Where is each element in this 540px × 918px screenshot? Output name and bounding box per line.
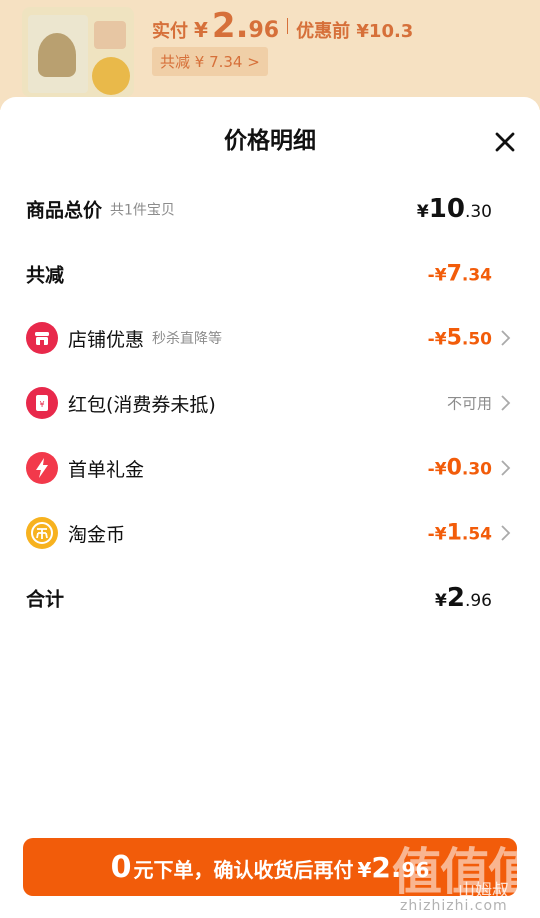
goods-total-label: 商品总价: [26, 199, 103, 222]
coin-icon: [26, 517, 58, 549]
product-thumbnail: [22, 7, 134, 97]
reduction-value: -¥ 7 .34: [428, 262, 492, 287]
store-discount-value: -¥ 5 .50: [428, 326, 492, 351]
tao-coin-label: 淘金币: [68, 523, 126, 546]
lightning-icon: [26, 452, 58, 484]
sum-value: ¥ 2 .96: [435, 583, 492, 613]
goods-count-note: 共1件宝贝: [110, 202, 175, 218]
product-chip-image: [92, 57, 130, 95]
value-decimal: .54: [461, 524, 492, 545]
currency-symbol: ¥: [435, 591, 447, 611]
chevron-right-icon[interactable]: [500, 329, 512, 347]
cta-currency: ¥: [357, 858, 372, 882]
store-icon: [26, 322, 58, 354]
row-goods-total: 商品总价 共1件宝贝 ¥ 10 .30: [0, 189, 540, 229]
value-decimal: .50: [461, 329, 492, 350]
value-decimal: .30: [461, 459, 492, 480]
background-price-row: 实付 ¥ 2. 96 优惠前 ¥10.3: [152, 6, 413, 46]
currency-symbol: -¥: [427, 265, 447, 286]
first-order-label: 首单礼金: [68, 458, 145, 481]
unavailable-text: 不可用: [446, 394, 492, 413]
close-icon: [495, 132, 515, 152]
currency-symbol: ¥: [416, 202, 429, 222]
paid-currency: ¥: [194, 18, 208, 42]
cta-text: 元下单，确认收货后再付: [133, 858, 354, 882]
value-decimal: .34: [461, 265, 492, 286]
row-store-discount[interactable]: 店铺优惠 秒杀直降等 -¥ 5 .50: [0, 318, 540, 358]
value-decimal: .96: [464, 591, 492, 611]
product-sticker-image: [94, 21, 126, 49]
background-product-strip: 实付 ¥ 2. 96 优惠前 ¥10.3 共减 ¥ 7.34 >: [0, 0, 540, 110]
value-integer: 7: [446, 261, 462, 287]
price-detail-sheet: 价格明细 商品总价 共1件宝贝 ¥ 10 .30 共减 -¥ 7 .34 店铺优…: [0, 97, 540, 918]
store-discount-note: 秒杀直降等: [152, 331, 223, 347]
cta-zero: 0: [110, 850, 132, 885]
currency-symbol: -¥: [427, 524, 447, 545]
paid-decimal: 96: [248, 18, 280, 43]
red-packet-value: 不可用: [447, 393, 492, 414]
value-decimal: .30: [464, 202, 492, 222]
value-integer: 5: [446, 325, 462, 351]
first-order-value: -¥ 0 .30: [428, 456, 492, 481]
row-red-packet[interactable]: ¥ 红包(消费券未抵) 不可用: [0, 383, 540, 423]
original-price: 优惠前 ¥10.3: [296, 21, 414, 42]
row-sum: 合计 ¥ 2 .96: [0, 578, 540, 618]
cta-integer: 2.: [371, 851, 402, 884]
price-divider: [287, 18, 289, 34]
sum-label: 合计: [26, 588, 65, 611]
chevron-right-icon[interactable]: [500, 394, 512, 412]
value-integer: 2: [446, 583, 465, 613]
row-first-order-gift[interactable]: 首单礼金 -¥ 0 .30: [0, 448, 540, 488]
red-packet-label: 红包(消费券未抵): [68, 393, 216, 416]
product-mascot-image: [38, 33, 76, 77]
goods-total-value: ¥ 10 .30: [417, 194, 492, 224]
currency-symbol: -¥: [427, 329, 447, 350]
close-button[interactable]: [490, 127, 520, 157]
svg-text:¥: ¥: [39, 400, 44, 409]
paid-label: 实付: [152, 21, 188, 42]
red-packet-icon: ¥: [26, 387, 58, 419]
row-tao-coin[interactable]: 淘金币 -¥ 1 .54: [0, 513, 540, 553]
order-now-button[interactable]: 0 元下单，确认收货后再付 ¥ 2. 96: [23, 838, 517, 896]
paid-integer: 2.: [211, 6, 249, 46]
row-total-reduction: 共减 -¥ 7 .34: [0, 254, 540, 294]
value-integer: 10: [428, 194, 465, 224]
currency-symbol: -¥: [427, 459, 447, 480]
reduction-label: 共减: [26, 264, 65, 287]
chevron-right-icon[interactable]: [500, 524, 512, 542]
saved-amount-badge[interactable]: 共减 ¥ 7.34 >: [152, 47, 268, 76]
sheet-title: 价格明细: [224, 128, 316, 154]
value-integer: 1: [446, 520, 462, 546]
tao-coin-value: -¥ 1 .54: [428, 521, 492, 546]
store-discount-label: 店铺优惠: [68, 328, 145, 351]
chevron-right-icon[interactable]: [500, 459, 512, 477]
value-integer: 0: [446, 455, 462, 481]
cta-decimal: 96: [401, 858, 430, 882]
